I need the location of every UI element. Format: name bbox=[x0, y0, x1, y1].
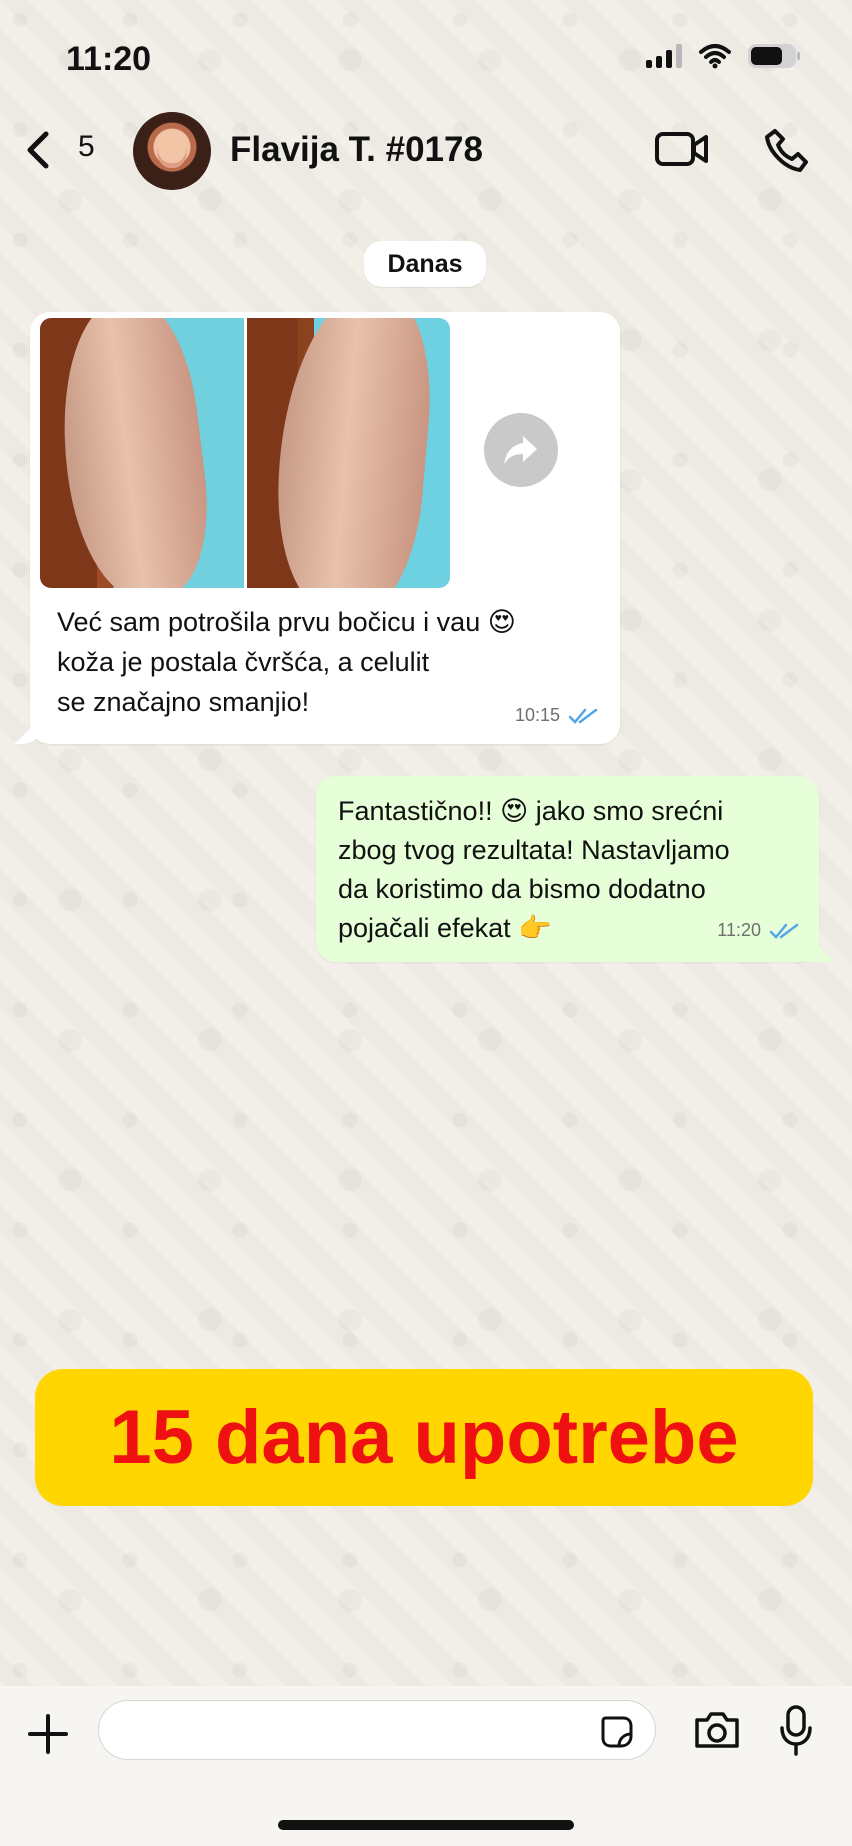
outgoing-message-text: Fantastično!! 😍 jako smo srećni zbog tvo… bbox=[338, 792, 768, 948]
microphone-icon[interactable] bbox=[778, 1704, 814, 1756]
status-time: 11:20 bbox=[66, 40, 152, 78]
camera-icon[interactable] bbox=[692, 1710, 742, 1750]
read-ticks-icon bbox=[568, 708, 598, 724]
message-time: 11:20 bbox=[717, 920, 761, 940]
incoming-message-line: koža je postala čvršća, a celulit bbox=[57, 647, 430, 677]
message-time: 10:15 bbox=[514, 705, 560, 725]
phone-icon[interactable] bbox=[764, 127, 810, 173]
outgoing-message-line: pojačali efekat 👉 bbox=[338, 913, 552, 943]
outgoing-message-line: zbog tvog rezultata! Nastavljamo bbox=[338, 835, 730, 865]
message-input-container[interactable] bbox=[98, 1700, 656, 1760]
chevron-left-icon[interactable] bbox=[18, 126, 58, 174]
incoming-message-meta: 10:15 bbox=[515, 705, 598, 726]
sticker-icon[interactable] bbox=[599, 1714, 635, 1750]
cellular-signal-icon bbox=[646, 44, 682, 68]
outgoing-message-line: da koristimo da bismo dodatno bbox=[338, 874, 706, 904]
video-camera-icon[interactable] bbox=[654, 129, 710, 169]
forward-button[interactable] bbox=[484, 413, 558, 487]
after-photo bbox=[246, 318, 450, 588]
incoming-message-text: Već sam potrošila prvu bočicu i vau 😍 ko… bbox=[57, 602, 577, 722]
outgoing-message-line: Fantastično!! 😍 jako smo srećni bbox=[338, 796, 724, 826]
forward-arrow-icon bbox=[504, 436, 537, 464]
incoming-message-line: se značajno smanjio! bbox=[57, 687, 310, 717]
status-bar: 11:20 bbox=[0, 0, 852, 110]
avatar[interactable] bbox=[133, 112, 211, 190]
message-photo[interactable] bbox=[40, 318, 450, 588]
unread-count[interactable]: 5 bbox=[78, 130, 95, 164]
incoming-message-bubble[interactable]: Već sam potrošila prvu bočicu i vau 😍 ko… bbox=[30, 312, 620, 744]
read-ticks-icon bbox=[769, 923, 799, 939]
home-indicator[interactable] bbox=[278, 1820, 574, 1830]
wifi-icon bbox=[699, 44, 731, 69]
battery-icon bbox=[748, 44, 800, 68]
message-composer bbox=[0, 1686, 852, 1846]
outgoing-message-meta: 11:20 bbox=[717, 920, 799, 941]
message-input[interactable] bbox=[123, 1701, 597, 1759]
promo-banner: 15 dana upotrebe bbox=[35, 1369, 813, 1506]
status-icons bbox=[646, 43, 800, 69]
promo-text: 15 dana upotrebe bbox=[109, 1395, 739, 1480]
incoming-message-line: Već sam potrošila prvu bočicu i vau 😍 bbox=[57, 607, 516, 637]
contact-name[interactable]: Flavija T. #0178 bbox=[230, 130, 483, 170]
outgoing-message-bubble[interactable]: Fantastično!! 😍 jako smo srećni zbog tvo… bbox=[316, 776, 819, 962]
date-separator: Danas bbox=[364, 241, 486, 287]
before-photo bbox=[40, 318, 244, 588]
plus-icon[interactable] bbox=[24, 1710, 72, 1758]
chat-header: 5 Flavija T. #0178 bbox=[0, 102, 852, 200]
